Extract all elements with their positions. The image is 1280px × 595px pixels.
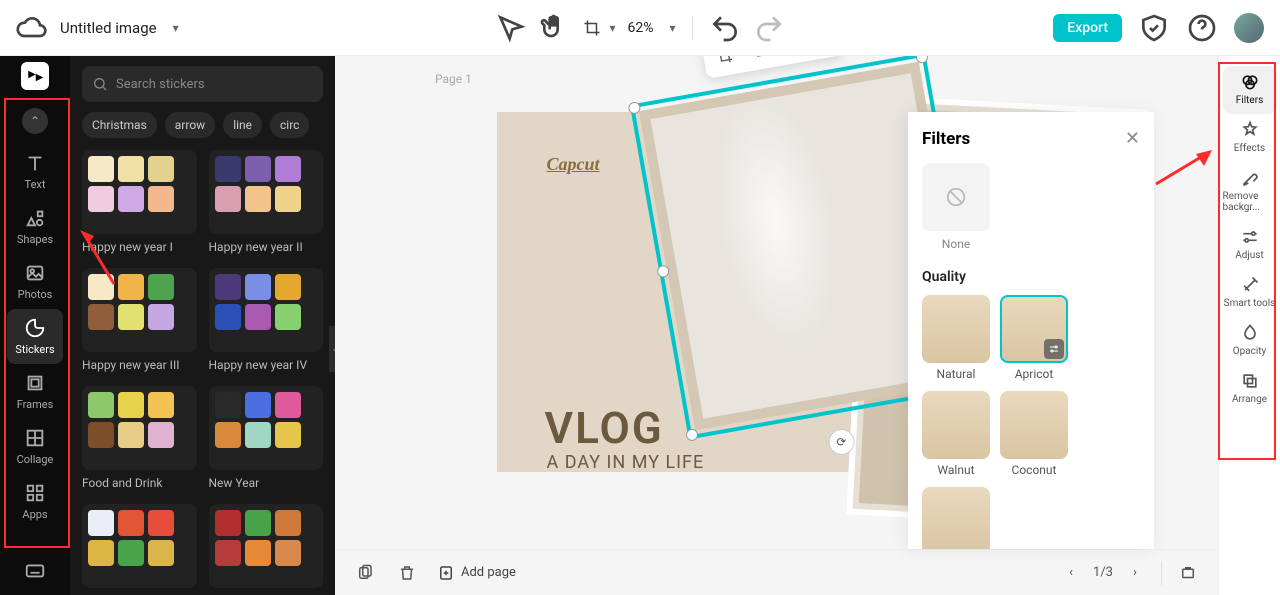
export-button[interactable]: Export xyxy=(1053,14,1122,42)
undo-button[interactable] xyxy=(709,12,741,44)
sticker-pack[interactable]: Happy new year III xyxy=(82,268,197,372)
chip-christmas[interactable]: Christmas xyxy=(82,112,157,138)
filters-title: Filters xyxy=(922,129,970,149)
adjust-badge-icon xyxy=(1044,339,1064,359)
canvas-area: Page 1 Capcut VLOG A DAY IN MY LIFE ••• xyxy=(335,56,1218,595)
rail-item-opacity[interactable]: Opacity xyxy=(1223,317,1277,365)
search-input[interactable]: Search stickers xyxy=(82,66,323,102)
pack-label: Happy new year IV xyxy=(209,358,324,372)
search-icon xyxy=(92,76,108,92)
chip-arrow[interactable]: arrow xyxy=(165,112,215,138)
keyboard-icon[interactable] xyxy=(7,551,63,589)
pack-label: Happy new year II xyxy=(209,240,324,254)
rail-item-adjust[interactable]: Adjust xyxy=(1223,221,1277,269)
sidebar-item-collage[interactable]: Collage xyxy=(7,419,63,474)
add-page-label: Add page xyxy=(461,565,516,580)
filter-swatch[interactable]: Light xyxy=(922,487,990,549)
rail-item-remove-bg[interactable]: Remove backgr... xyxy=(1223,162,1277,221)
close-icon[interactable]: ✕ xyxy=(1125,128,1140,149)
filter-section-title: Quality xyxy=(922,269,1140,285)
hand-tool[interactable] xyxy=(539,12,571,44)
filter-swatch[interactable]: Coconut xyxy=(1000,391,1068,477)
pack-label: Happy new year III xyxy=(82,358,197,372)
filter-swatch[interactable]: Natural xyxy=(922,295,990,381)
cutout-icon[interactable] xyxy=(741,56,771,66)
zoom-level[interactable]: 62% xyxy=(627,20,653,36)
sidebar-item-stickers[interactable]: Stickers xyxy=(7,309,63,364)
crop-tool[interactable]: ▾ xyxy=(583,12,615,44)
sidebar-item-apps[interactable]: Apps xyxy=(7,474,63,529)
filter-none-label: None xyxy=(922,237,990,251)
add-page-button[interactable]: Add page xyxy=(437,564,516,582)
sidebar-item-text[interactable]: Text xyxy=(7,144,63,199)
sticker-pack[interactable]: Christmas II xyxy=(209,504,324,595)
next-page-icon[interactable]: › xyxy=(1123,561,1147,585)
swatch-label: Natural xyxy=(937,367,976,381)
rail-item-filters[interactable]: Filters xyxy=(1223,66,1277,114)
selection-toolbar: ••• xyxy=(700,56,843,79)
swatch-label: Walnut xyxy=(937,463,974,477)
brand-text[interactable]: Capcut xyxy=(547,154,600,175)
sticker-pack[interactable]: Happy new year I xyxy=(82,150,197,254)
app-logo[interactable] xyxy=(21,62,49,90)
search-placeholder: Search stickers xyxy=(116,77,205,92)
sticker-pack[interactable]: Christmas I xyxy=(82,504,197,595)
sticker-pack[interactable]: Happy new year II xyxy=(209,150,324,254)
delete-page-icon[interactable] xyxy=(395,561,419,585)
filter-swatch[interactable]: Apricot xyxy=(1000,295,1068,381)
vlog-subheading[interactable]: A DAY IN MY LIFE xyxy=(547,452,705,473)
divider xyxy=(692,16,693,40)
bottom-bar: Add page ‹ 1/3 › xyxy=(335,549,1218,595)
sidebar-item-photos[interactable]: Photos xyxy=(7,254,63,309)
sticker-pack[interactable]: Food and Drink xyxy=(82,386,197,490)
filter-swatch[interactable]: Walnut xyxy=(922,391,990,477)
zoom-chevron-icon[interactable]: ▾ xyxy=(669,21,675,35)
filters-panel: Filters ✕ None Quality Natural Apricot Waln… xyxy=(908,112,1154,549)
sidebar-item-shapes[interactable]: Shapes xyxy=(7,199,63,254)
sticker-pack[interactable]: New Year xyxy=(209,386,324,490)
sidebar-item-frames[interactable]: Frames xyxy=(7,364,63,419)
cursor-tool[interactable] xyxy=(495,12,527,44)
left-sidebar: ⌃ TextShapesPhotosStickersFramesCollageA… xyxy=(0,56,70,595)
duplicate-page-icon[interactable] xyxy=(353,561,377,585)
filter-none[interactable] xyxy=(922,163,990,231)
divider xyxy=(1161,561,1162,585)
cloud-sync-icon[interactable] xyxy=(16,12,48,44)
user-avatar[interactable] xyxy=(1234,13,1264,43)
layers-icon[interactable] xyxy=(1176,561,1200,585)
add-page-icon xyxy=(437,564,455,582)
pack-label: Food and Drink xyxy=(82,476,197,490)
chip-circ[interactable]: circ xyxy=(270,112,309,138)
prev-page-icon[interactable]: ‹ xyxy=(1059,561,1083,585)
chip-row: Christmas arrow line circ xyxy=(82,112,323,138)
help-icon[interactable] xyxy=(1186,12,1218,44)
right-rail: FiltersEffectsRemove backgr...AdjustSmar… xyxy=(1218,56,1280,595)
pack-label: New Year xyxy=(209,476,324,490)
crop-icon[interactable] xyxy=(709,56,739,71)
sticker-panel: Search stickers Christmas arrow line circ H… xyxy=(70,56,335,595)
redo-button[interactable] xyxy=(753,12,785,44)
rail-item-smart-tools[interactable]: Smart tools xyxy=(1223,269,1277,317)
sticker-pack[interactable]: Happy new year IV xyxy=(209,268,324,372)
rail-item-effects[interactable]: Effects xyxy=(1223,114,1277,162)
vlog-heading[interactable]: VLOG xyxy=(545,402,664,454)
shield-icon[interactable] xyxy=(1138,12,1170,44)
ban-icon xyxy=(945,186,967,208)
swatch-label: Apricot xyxy=(1015,367,1054,381)
rail-item-arrange[interactable]: Arrange xyxy=(1223,365,1277,413)
chip-line[interactable]: line xyxy=(223,112,262,138)
sidebar-collapse-icon[interactable]: ⌃ xyxy=(22,108,48,134)
document-title[interactable]: Untitled image xyxy=(60,19,157,37)
pack-label: Happy new year I xyxy=(82,240,197,254)
page-count: 1/3 xyxy=(1093,565,1113,580)
copy-icon[interactable] xyxy=(772,56,802,60)
swatch-label: Coconut xyxy=(1012,463,1057,477)
title-chevron-icon[interactable]: ▾ xyxy=(173,21,179,35)
